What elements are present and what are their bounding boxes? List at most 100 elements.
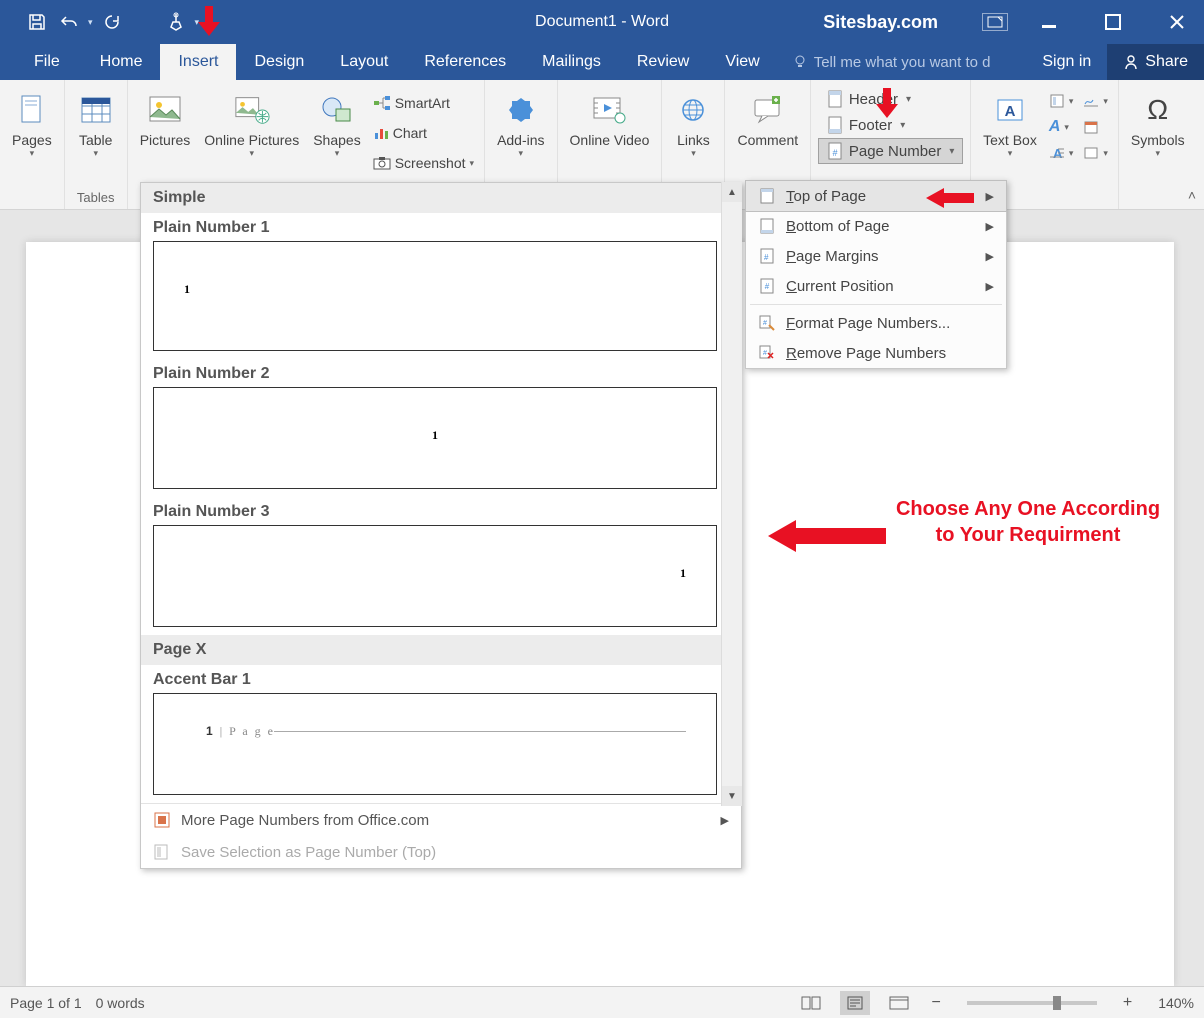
document-title: Document1 - Word — [535, 13, 669, 31]
sign-in-button[interactable]: Sign in — [1026, 44, 1107, 80]
tab-references[interactable]: References — [406, 44, 524, 80]
ribbon-display-options-icon[interactable] — [982, 13, 1008, 31]
tell-me-search[interactable]: Tell me what you want to d — [792, 44, 991, 80]
online-video-button[interactable]: Online Video — [564, 84, 656, 150]
object-button[interactable]: ▾ — [1079, 140, 1112, 166]
pages-button[interactable]: Pages ▾ — [6, 84, 58, 161]
share-button[interactable]: Share — [1107, 44, 1204, 80]
pictures-icon — [147, 92, 183, 128]
more-page-numbers-button[interactable]: More Page Numbers from Office.com ▶ — [141, 804, 741, 836]
svg-text:#: # — [763, 320, 767, 327]
gallery-item-plain-number-2[interactable]: 1 — [153, 387, 717, 489]
zoom-slider[interactable] — [967, 1001, 1097, 1005]
zoom-out-button[interactable]: − — [928, 994, 945, 1012]
tab-home[interactable]: Home — [82, 44, 161, 80]
page-number-button[interactable]: # Page Number▾ — [818, 138, 964, 164]
quick-parts-icon — [1049, 93, 1065, 109]
gallery-item-title: Accent Bar 1 — [141, 665, 741, 693]
page-top-icon — [758, 187, 776, 205]
zoom-in-button[interactable]: + — [1119, 994, 1136, 1012]
undo-icon[interactable] — [56, 9, 82, 35]
quick-parts-button[interactable]: ▾ — [1045, 88, 1078, 114]
pictures-button[interactable]: Pictures — [134, 84, 197, 150]
table-icon — [78, 92, 114, 128]
svg-text:#: # — [763, 350, 767, 357]
menu-format-page-numbers[interactable]: # Format Page Numbers... — [746, 308, 1006, 338]
read-mode-button[interactable] — [796, 991, 826, 1015]
chevron-down-icon: ▾ — [949, 146, 954, 157]
links-button[interactable]: Links ▾ — [668, 84, 718, 161]
save-selection-button: Save Selection as Page Number (Top) — [141, 836, 741, 868]
wordart-button[interactable]: A▾ — [1045, 114, 1078, 140]
online-pictures-button[interactable]: Online Pictures ▾ — [198, 84, 305, 161]
comment-icon — [750, 92, 786, 128]
zoom-level[interactable]: 140% — [1158, 995, 1194, 1011]
annotation-arrow-top-of-page — [926, 188, 974, 208]
save-icon[interactable] — [24, 9, 50, 35]
signature-line-button[interactable]: ▾ — [1079, 88, 1112, 114]
gallery-item-plain-number-1[interactable]: 1 — [153, 241, 717, 351]
menu-page-margins[interactable]: # Page Margins ▶ — [746, 241, 1006, 271]
page-bottom-icon — [758, 217, 776, 235]
scroll-up-icon[interactable]: ▲ — [722, 182, 742, 202]
chevron-down-icon: ▾ — [93, 148, 98, 159]
gallery-item-title: Plain Number 2 — [141, 359, 741, 387]
save-selection-icon — [153, 843, 171, 861]
drop-cap-button[interactable]: A▾ — [1045, 140, 1078, 166]
gallery-scrollbar[interactable]: ▲ ▼ — [721, 182, 742, 806]
annotation-arrow-insert — [198, 6, 220, 36]
tab-insert[interactable]: Insert — [160, 44, 236, 80]
page-number-gallery: Simple Plain Number 1 1 Plain Number 2 1… — [140, 182, 742, 869]
svg-text:#: # — [765, 282, 770, 291]
gallery-item-plain-number-3[interactable]: 1 — [153, 525, 717, 627]
web-layout-button[interactable] — [884, 991, 914, 1015]
menu-remove-page-numbers[interactable]: # Remove Page Numbers — [746, 338, 1006, 368]
tell-me-placeholder: Tell me what you want to d — [814, 54, 991, 71]
text-box-button[interactable]: A Text Box ▾ — [977, 84, 1043, 161]
shapes-icon — [319, 92, 355, 128]
chevron-down-icon: ▾ — [900, 120, 905, 131]
table-button[interactable]: Table ▾ — [71, 84, 121, 161]
close-button[interactable] — [1154, 0, 1200, 44]
online-pictures-icon — [234, 92, 270, 128]
tab-layout[interactable]: Layout — [322, 44, 406, 80]
print-layout-button[interactable] — [840, 991, 870, 1015]
minimize-button[interactable] — [1026, 0, 1072, 44]
tab-review[interactable]: Review — [619, 44, 707, 80]
touch-mode-icon[interactable] — [163, 9, 189, 35]
collapse-ribbon-icon[interactable]: ˄ — [1188, 187, 1196, 203]
redo-icon[interactable] — [99, 9, 125, 35]
status-page[interactable]: Page 1 of 1 — [10, 995, 82, 1011]
status-word-count[interactable]: 0 words — [96, 995, 145, 1011]
maximize-button[interactable] — [1090, 0, 1136, 44]
comment-button[interactable]: Comment — [731, 84, 804, 150]
svg-text:#: # — [764, 253, 769, 262]
text-box-icon: A — [992, 92, 1028, 128]
addins-button[interactable]: Add-ins ▾ — [491, 84, 550, 161]
menu-bottom-of-page[interactable]: Bottom of Page ▶ — [746, 211, 1006, 241]
chart-button[interactable]: Chart — [369, 118, 478, 148]
submenu-arrow-icon: ▶ — [986, 190, 994, 203]
tab-mailings[interactable]: Mailings — [524, 44, 619, 80]
tab-view[interactable]: View — [707, 44, 777, 80]
tab-design[interactable]: Design — [236, 44, 322, 80]
zoom-thumb[interactable] — [1053, 996, 1061, 1010]
gallery-item-accent-bar-1[interactable]: 1 | P a g e — [153, 693, 717, 795]
scroll-down-icon[interactable]: ▼ — [722, 786, 742, 806]
shapes-button[interactable]: Shapes ▾ — [307, 84, 366, 161]
page-number-menu: Top of Page ▶ Bottom of Page ▶ # Page Ma… — [745, 180, 1007, 369]
chevron-down-icon: ▾ — [519, 148, 524, 159]
smartart-button[interactable]: SmartArt — [369, 88, 478, 118]
date-time-button[interactable] — [1079, 114, 1112, 140]
undo-dropdown-icon[interactable]: ▾ — [88, 17, 93, 28]
submenu-arrow-icon: ▶ — [986, 250, 994, 263]
symbols-button[interactable]: Ω Symbols ▾ — [1125, 84, 1191, 161]
screenshot-button[interactable]: Screenshot ▾ — [369, 148, 478, 178]
submenu-arrow-icon: ▶ — [986, 280, 994, 293]
menu-current-position[interactable]: # Current Position ▶ — [746, 271, 1006, 301]
lightbulb-icon — [792, 54, 808, 70]
tab-file[interactable]: File — [12, 44, 82, 80]
ribbon-tabs: File Home Insert Design Layout Reference… — [0, 44, 1204, 80]
wordart-icon: A — [1049, 118, 1061, 136]
symbols-icon: Ω — [1140, 92, 1176, 128]
